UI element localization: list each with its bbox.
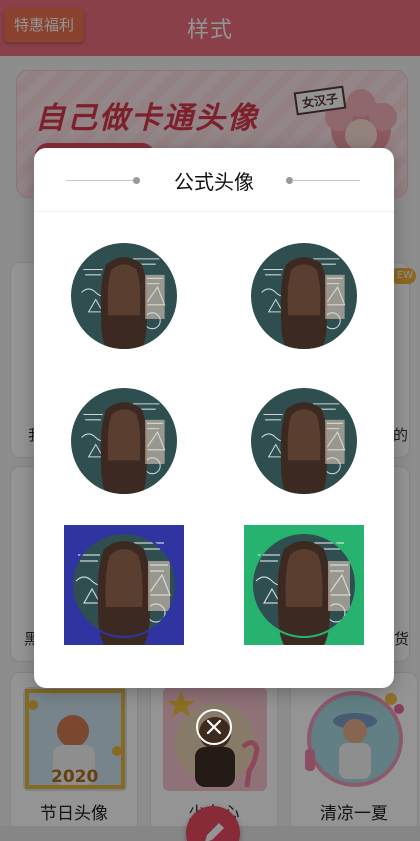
divider-line bbox=[292, 180, 360, 181]
formula-avatar-5[interactable] bbox=[64, 525, 184, 645]
formula-avatar-modal: 公式头像 bbox=[34, 148, 394, 688]
modal-header: 公式头像 bbox=[34, 148, 394, 212]
formula-avatar-1[interactable] bbox=[71, 243, 177, 349]
formula-avatar-2[interactable] bbox=[251, 243, 357, 349]
close-icon bbox=[206, 719, 222, 735]
formula-avatar-6[interactable] bbox=[244, 525, 364, 645]
formula-avatar-4[interactable] bbox=[251, 388, 357, 494]
close-button[interactable] bbox=[196, 709, 232, 745]
formula-avatar-3[interactable] bbox=[71, 388, 177, 494]
